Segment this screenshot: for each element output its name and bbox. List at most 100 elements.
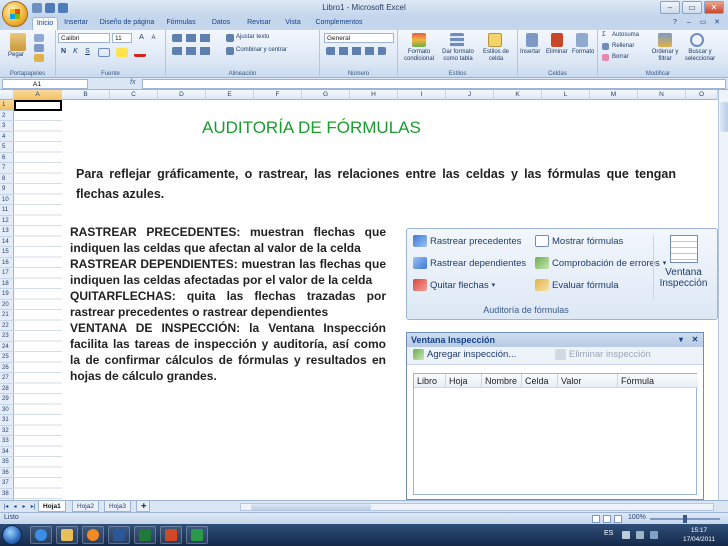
ribbon-close-icon[interactable]: ✕	[712, 18, 722, 27]
prev-sheet-icon[interactable]: ◂	[11, 502, 19, 512]
scroll-thumb[interactable]	[251, 504, 371, 510]
tray-flag-icon[interactable]	[650, 531, 658, 539]
row-header[interactable]: 14	[0, 237, 14, 247]
grow-font-button[interactable]: A	[136, 33, 147, 43]
taskbar-app-word[interactable]	[108, 526, 130, 544]
row-header[interactable]: 34	[0, 447, 14, 457]
next-sheet-icon[interactable]: ▸	[20, 502, 28, 512]
clear-icon[interactable]	[602, 54, 609, 61]
column-header-valor[interactable]: Valor	[558, 374, 618, 388]
column-header-formula[interactable]: Fórmula	[618, 374, 698, 388]
tab-complementos[interactable]: Complementos	[314, 17, 364, 30]
align-top-icons[interactable]	[172, 34, 212, 42]
tab-diseno-pagina[interactable]: Diseño de página	[96, 17, 158, 30]
column-header-libro[interactable]: Libro	[414, 374, 446, 388]
row-header[interactable]: 37	[0, 478, 14, 489]
office-button[interactable]	[2, 1, 28, 27]
active-cell-a1[interactable]	[14, 100, 62, 111]
tab-formulas[interactable]: Fórmulas	[164, 17, 198, 30]
close-button[interactable]: ✕	[704, 1, 724, 14]
row-header[interactable]: 38	[0, 489, 14, 499]
row-header[interactable]: 29	[0, 394, 14, 405]
row-header[interactable]: 7	[0, 163, 14, 174]
tab-revisar[interactable]: Revisar	[244, 17, 274, 30]
minimize-button[interactable]: –	[660, 1, 680, 14]
number-format-field[interactable]: General	[324, 33, 394, 43]
paste-button[interactable]: Pegar	[8, 52, 24, 58]
sheet-tab-hoja3[interactable]: Hoja3	[104, 501, 131, 512]
row-header[interactable]: 4	[0, 132, 14, 142]
zoom-level[interactable]: 100%	[628, 514, 646, 521]
row-header[interactable]: 15	[0, 247, 14, 258]
start-button[interactable]	[2, 525, 22, 545]
column-header[interactable]: H	[350, 90, 398, 100]
insert-cells-icon[interactable]	[526, 33, 538, 47]
merge-center-icon[interactable]	[226, 47, 234, 55]
cut-icon[interactable]	[34, 34, 44, 42]
ribbon-minimize-icon[interactable]: –	[684, 18, 694, 27]
sheet-tab-hoja2[interactable]: Hoja2	[72, 501, 99, 512]
row-header[interactable]: 27	[0, 373, 14, 384]
row-header[interactable]: 18	[0, 279, 14, 289]
taskbar-app-explorer[interactable]	[56, 526, 78, 544]
evaluate-formula-button[interactable]: Evaluar fórmula	[535, 279, 619, 291]
sheet-tab-hoja1[interactable]: Hoja1	[38, 501, 66, 512]
taskbar-app-powerpoint[interactable]	[160, 526, 182, 544]
column-header[interactable]: C	[110, 90, 158, 100]
conditional-format-icon[interactable]	[412, 33, 426, 47]
taskbar-app-ie[interactable]	[30, 526, 52, 544]
row-header[interactable]: 9	[0, 184, 14, 195]
align-horizontal-icons[interactable]	[172, 47, 212, 55]
first-sheet-icon[interactable]: |◂	[2, 502, 10, 512]
row-header[interactable]: 21	[0, 310, 14, 321]
maximize-button[interactable]: ▭	[682, 1, 702, 14]
language-indicator[interactable]: ES	[604, 530, 613, 537]
tab-insertar[interactable]: Insertar	[62, 17, 90, 30]
row-header[interactable]: 1	[0, 100, 14, 111]
border-icon[interactable]	[98, 48, 110, 57]
taskbar-app-excel[interactable]	[134, 526, 156, 544]
column-header[interactable]: J	[446, 90, 494, 100]
zoom-slider[interactable]	[650, 515, 720, 523]
column-header-hoja[interactable]: Hoja	[446, 374, 482, 388]
row-header[interactable]: 6	[0, 153, 14, 163]
page-layout-view-icon[interactable]	[603, 515, 611, 523]
column-header[interactable]: K	[494, 90, 542, 100]
paste-icon[interactable]	[10, 33, 26, 51]
row-header[interactable]: 31	[0, 415, 14, 426]
row-header[interactable]: 2	[0, 111, 14, 121]
italic-button[interactable]: K	[70, 47, 81, 57]
close-icon[interactable]: ✕	[689, 334, 701, 345]
row-header[interactable]: 11	[0, 205, 14, 216]
shrink-font-button[interactable]: A	[148, 33, 159, 43]
scroll-thumb[interactable]	[720, 102, 728, 132]
sort-filter-icon[interactable]	[658, 33, 672, 47]
clear-button[interactable]: Borrar	[612, 54, 629, 60]
row-header[interactable]: 28	[0, 384, 14, 394]
column-header[interactable]: L	[542, 90, 590, 100]
autosum-button[interactable]: Autosuma	[612, 32, 639, 38]
row-header[interactable]: 20	[0, 300, 14, 310]
name-box[interactable]: A1	[2, 79, 88, 89]
row-header[interactable]: 35	[0, 457, 14, 468]
column-header[interactable]: G	[302, 90, 350, 100]
row-header[interactable]: 22	[0, 321, 14, 331]
row-header[interactable]: 8	[0, 174, 14, 184]
tab-inicio[interactable]: Inicio	[32, 17, 58, 30]
row-header[interactable]: 24	[0, 342, 14, 352]
vertical-scrollbar[interactable]	[718, 90, 728, 500]
formula-input[interactable]	[142, 79, 726, 89]
column-header[interactable]: D	[158, 90, 206, 100]
cell-styles-button[interactable]: Estilos de celda	[478, 49, 514, 63]
format-as-table-icon[interactable]	[450, 33, 464, 47]
column-header[interactable]: E	[206, 90, 254, 100]
wrap-text-button[interactable]: Ajustar texto	[236, 34, 269, 40]
trace-dependents-button[interactable]: Rastrear dependientes	[413, 257, 526, 269]
watch-window-button[interactable]: Ventana Inspección	[653, 235, 713, 299]
delete-cells-button[interactable]: Eliminar	[546, 49, 568, 55]
normal-view-icon[interactable]	[592, 515, 600, 523]
tray-volume-icon[interactable]	[636, 531, 644, 539]
copy-icon[interactable]	[34, 44, 44, 52]
autosum-icon[interactable]: Σ	[602, 32, 606, 38]
row-header[interactable]: 5	[0, 142, 14, 153]
